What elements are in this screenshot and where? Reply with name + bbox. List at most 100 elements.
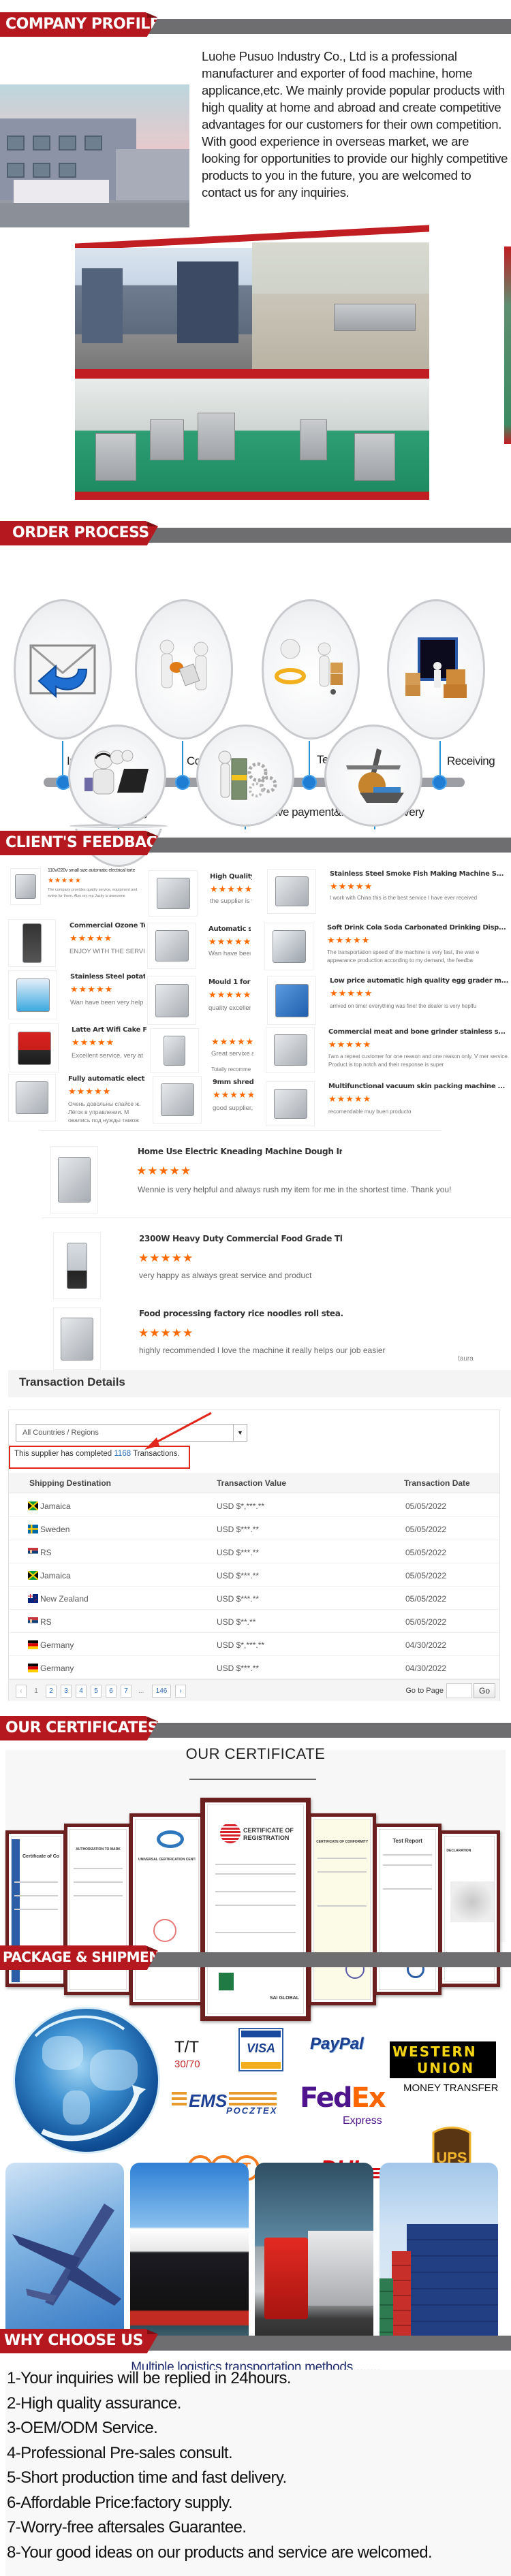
shipping-destination: Germany bbox=[40, 1664, 74, 1673]
why-choose-item: 3-OEM/ODM Service. bbox=[7, 2419, 158, 2437]
why-choose-item: 5-Short production time and fast deliver… bbox=[7, 2468, 287, 2487]
contract-handshake-icon bbox=[137, 601, 231, 737]
transaction-date: 05/05/2022 bbox=[405, 1571, 447, 1580]
why-choose-item: 2-High quality assurance. bbox=[7, 2394, 181, 2413]
section-title: WHY CHOOSE US bbox=[4, 2332, 143, 2349]
feedback-card-wide[interactable]: Home Use Electric Kneading Machine Dough… bbox=[41, 1145, 511, 1213]
feedback-text: Great servixe anc bbox=[211, 1050, 253, 1058]
feedback-card[interactable]: Low price automatic high quality egg gra… bbox=[266, 976, 511, 1025]
shipping-destination: New Zealand bbox=[40, 1594, 89, 1604]
transaction-value: USD $***.** bbox=[217, 1525, 260, 1534]
page-button[interactable]: 2 bbox=[46, 1685, 57, 1698]
timeline-stem bbox=[62, 741, 63, 779]
feedback-card-wide[interactable]: Food processing factory rice noodles rol… bbox=[41, 1307, 511, 1370]
transaction-value: USD $***.** bbox=[217, 1594, 260, 1604]
table-header: Shipping Destination Transaction Value T… bbox=[9, 1473, 499, 1493]
step-image-reply bbox=[68, 725, 166, 827]
feedback-card[interactable]: Stainless Steel Smoke Fish Making Machin… bbox=[266, 869, 511, 914]
last-page-button[interactable]: 146 bbox=[152, 1685, 171, 1698]
text-line bbox=[215, 1891, 296, 1892]
pagination: ‹ 1 2 3 4 5 6 7 ... 146 › Go to Page Go bbox=[9, 1679, 499, 1701]
conveyor-machine bbox=[334, 304, 416, 331]
transactions-count[interactable]: 1168 bbox=[114, 1450, 131, 1458]
feedback-card[interactable]: Automatic stair ★★★★★ Wan have been ve bbox=[146, 923, 262, 969]
rating-stars: ★★★★★ bbox=[70, 984, 114, 994]
product-thumbnail bbox=[10, 1023, 59, 1072]
text-line bbox=[215, 1873, 296, 1875]
page-button[interactable]: 5 bbox=[91, 1685, 102, 1698]
certificate-card[interactable]: UNIVERSAL CERTIFICATION CENTRE CO., LTD bbox=[129, 1813, 204, 2005]
page-button[interactable]: 6 bbox=[106, 1685, 117, 1698]
factory-collage bbox=[75, 225, 429, 500]
feedback-card[interactable]: Fully automatic electri ★★★★★ Очень дово… bbox=[5, 1072, 152, 1124]
flag-sweden-icon bbox=[28, 1525, 38, 1533]
feedback-text: I'am a repeat customer for one reason an… bbox=[328, 1053, 510, 1068]
goto-page-input[interactable] bbox=[446, 1683, 472, 1698]
product-thumbnail bbox=[267, 869, 316, 914]
table-row: RS USD $***.** 05/05/2022 bbox=[9, 1540, 499, 1563]
transaction-details: Transaction Details All Countries / Regi… bbox=[8, 1370, 511, 1704]
feedback-card[interactable]: 110v/220v small size automatic electrica… bbox=[7, 867, 146, 909]
section-header-why-choose: WHY CHOOSE US bbox=[0, 2329, 511, 2356]
feedback-title: Home Use Electric Kneading Machine Dough… bbox=[138, 1147, 342, 1156]
western-union-text: WESTERN bbox=[392, 2044, 477, 2060]
feedback-text: Очень довольны слайсе ж. Лёгок в управле… bbox=[68, 1100, 141, 1124]
flag-germany-icon bbox=[28, 1640, 38, 1649]
certificate-card[interactable]: CERTIFICATE OF CONFORMITY bbox=[308, 1813, 376, 2005]
machine bbox=[150, 419, 184, 460]
feedback-card[interactable]: Latte Art Wifi Cake Fo ★★★★★ Excellent s… bbox=[7, 1023, 146, 1072]
section-header-order-process: ORDER PROCESS bbox=[0, 521, 511, 548]
feedback-card[interactable]: Mould 1 for Hot ★★★★★ quality excellent bbox=[146, 976, 262, 1025]
header-bar bbox=[136, 528, 511, 543]
product-thumbnail bbox=[147, 976, 196, 1025]
product-thumbnail bbox=[267, 976, 316, 1025]
feedback-card[interactable]: 9mm shred bla ★★★★★ good supplier, gc bbox=[151, 1076, 264, 1125]
feedback-card[interactable]: Multifunctional vacuum skin packing mach… bbox=[264, 1081, 511, 1128]
feedback-card[interactable]: Commercial meat and bone grinder stainle… bbox=[264, 1027, 511, 1075]
text-line bbox=[14, 1881, 58, 1883]
feedback-card[interactable]: Stainless Steel potato ★★★★★ Wan have be… bbox=[5, 970, 145, 1019]
feedback-card-wide[interactable]: 2300W Heavy Duty Commercial Food Grade T… bbox=[41, 1233, 511, 1299]
table-row: Germany USD $*,***.** 04/30/2022 bbox=[9, 1633, 499, 1656]
feedback-text: The transportation speed of the machine … bbox=[327, 949, 480, 964]
feedback-card[interactable]: ★★★★★ Great servixe anc Totally recomme bbox=[149, 1028, 264, 1075]
feedback-title: 2300W Heavy Duty Commercial Food Grade T… bbox=[139, 1234, 343, 1243]
header-tag: COMPANY PROFILE bbox=[0, 12, 158, 37]
feedback-card[interactable]: Soft Drink Cola Soda Carbonated Drinking… bbox=[263, 923, 511, 970]
page-button[interactable]: 4 bbox=[76, 1685, 87, 1698]
machine bbox=[198, 413, 235, 460]
product-thumbnail bbox=[8, 1074, 56, 1122]
section-title: OUR CERTIFICATES bbox=[5, 1719, 159, 1736]
pagination-ellipsis: ... bbox=[138, 1687, 144, 1695]
header-bar bbox=[136, 2336, 511, 2351]
feedback-text: Excellent service, very at bbox=[72, 1052, 144, 1060]
western-union-text: UNION bbox=[417, 2060, 475, 2076]
header-bar bbox=[136, 1952, 511, 1967]
certificate-heading: DECLARATION bbox=[446, 1849, 471, 1853]
feedback-card[interactable]: High Quality Sta ★★★★★ the supplier is v… bbox=[147, 870, 263, 917]
airplane-ship-icon bbox=[326, 727, 420, 825]
prev-page-button[interactable]: ‹ bbox=[16, 1685, 27, 1698]
section-title: PACKAGE & SHIPMENT bbox=[3, 1949, 169, 1965]
window bbox=[7, 163, 25, 178]
go-button[interactable]: Go bbox=[474, 1683, 495, 1698]
rating-stars: ★★★★★ bbox=[328, 1094, 372, 1104]
feedback-title: Stainless Steel potato bbox=[70, 973, 145, 981]
feedback-card[interactable]: Commercial Ozone To ★★★★★ ENJOY WITH THE… bbox=[5, 919, 145, 968]
orbit-arrow-icon bbox=[34, 2015, 146, 2142]
rating-stars: ★★★★★ bbox=[210, 884, 252, 894]
rating-stars: ★★★★★ bbox=[208, 936, 251, 947]
window bbox=[84, 136, 102, 150]
step-image-delivery bbox=[324, 725, 422, 827]
transaction-header: Transaction Details bbox=[8, 1370, 511, 1397]
page-button[interactable]: 3 bbox=[61, 1685, 72, 1698]
text-line bbox=[14, 1895, 58, 1896]
feedback-title: Automatic stair bbox=[208, 925, 251, 933]
page-button[interactable]: 7 bbox=[121, 1685, 131, 1698]
transaction-date: 05/05/2022 bbox=[405, 1617, 447, 1627]
header-tag: OUR CERTIFICATES bbox=[0, 1716, 158, 1740]
tt-payment-logo: T/T bbox=[174, 2038, 199, 2056]
certificate-card[interactable]: CERTIFICATE OF REGISTRATION SAI GLOBAL bbox=[200, 1798, 311, 2021]
next-page-button[interactable]: › bbox=[175, 1685, 186, 1698]
dropdown-arrow-icon[interactable]: ▼ bbox=[233, 1425, 247, 1441]
